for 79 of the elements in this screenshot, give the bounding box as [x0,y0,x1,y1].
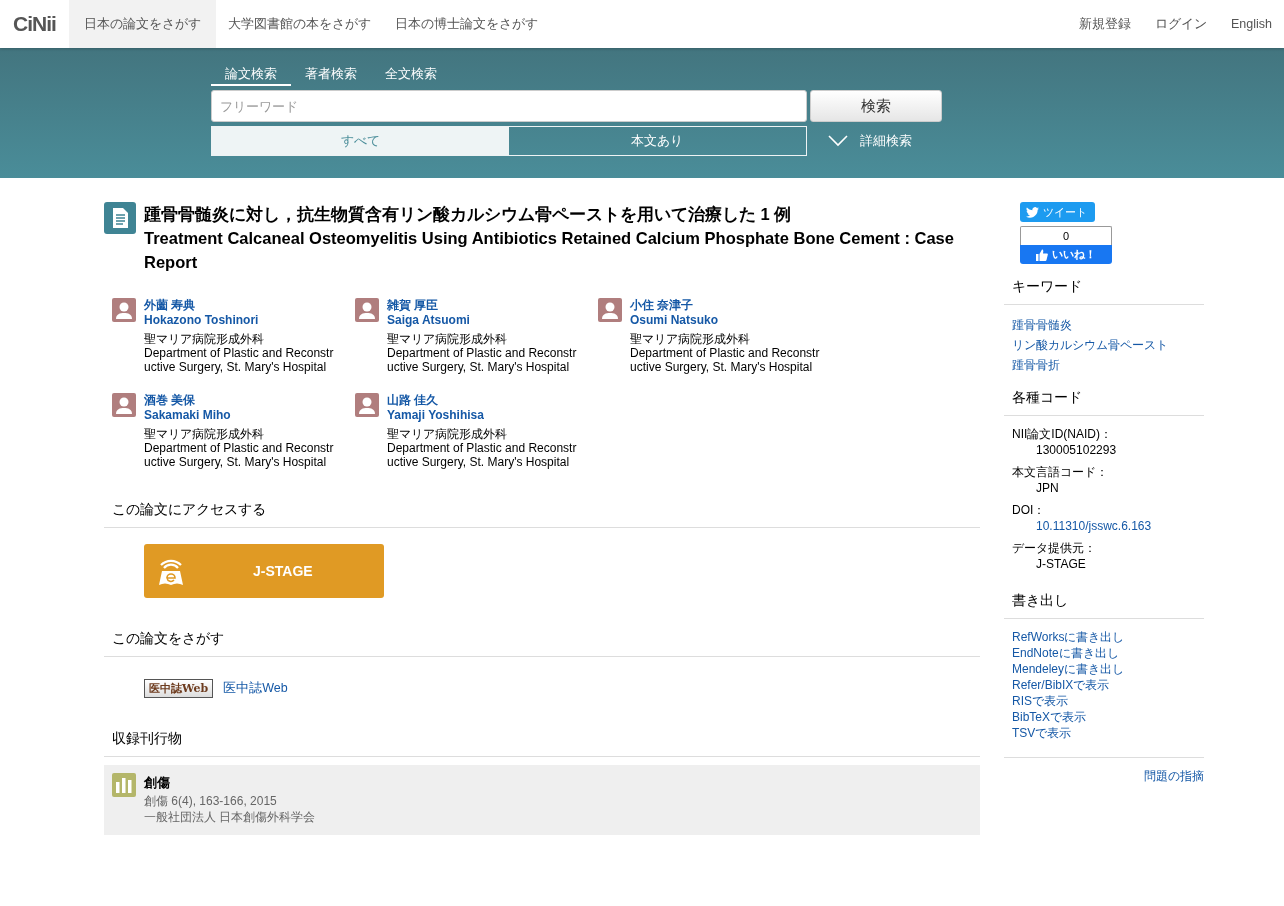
section-heading: 各種コード [1004,389,1204,416]
scope-toggle[interactable]: 本文あり [508,127,806,155]
account-link[interactable]: 新規登録 [1067,0,1143,48]
avatar-icon [355,393,379,417]
affiliation-text: Department of Plastic and Reconstructive Surgery, St. Mary's Hospital [630,346,821,374]
database-link[interactable]: 医中誌Web [223,680,288,697]
affiliation-text: 聖マリア病院形成外科 [630,332,750,346]
section-heading: キーワード [1004,278,1204,305]
like-count: 0 [1020,226,1112,245]
code-value: JPN [1035,480,1059,496]
keyword-link[interactable]: リン酸カルシウム骨ペースト [1012,335,1168,355]
affiliation-text: Department of Plastic and Reconstructive Surgery, St. Mary's Hospital [144,346,335,374]
code-label: NII論文ID(NAID)： [1012,426,1112,442]
section-heading: 収録刊行物 [104,730,980,757]
export-link[interactable]: Refer/BibIXで表示 [1012,677,1110,693]
avatar-icon [112,393,136,417]
section-heading: この論文にアクセスする [104,501,980,528]
search-field[interactable]: フリーワード [210,90,807,122]
affiliation-text: Department of Plastic and Reconstructive Surgery, St. Mary's Hospital [144,441,335,469]
like-button[interactable]: いいね！ [1020,245,1112,264]
advanced-search-link[interactable]: 詳細検索 [827,132,912,150]
journal-citation: 創傷 6(4), 163-166, 2015 [144,793,277,809]
affiliation-text: Department of Plastic and Reconstructive Surgery, St. Mary's Hospital [387,441,578,469]
nav-tab[interactable]: 日本の論文をさがす [68,0,216,48]
thumbs-up-icon [1036,248,1048,261]
code-value: 130005102293 [1035,442,1117,458]
search-tab[interactable]: 著者検索 [290,64,371,86]
account-link[interactable]: ログイン [1143,0,1219,48]
bird-icon [1026,206,1039,218]
export-link[interactable]: Mendeleyに書き出し [1012,661,1125,677]
site-logo[interactable]: CiNii [0,0,69,48]
export-link[interactable]: BibTeXで表示 [1012,709,1087,725]
account-link[interactable]: English [1219,0,1284,48]
search-button[interactable]: 検索 [809,90,942,122]
code-value: J-STAGE [1035,556,1086,572]
avatar-icon [112,298,136,322]
affiliation-text: 聖マリア病院形成外科 [387,427,507,441]
author-name-link[interactable]: 山路 佳久 [387,393,439,408]
title-japanese: 踵骨骨髄炎に対し，抗生物質含有リン酸カルシウム骨ペーストを用いて治療した 1 例 [144,204,793,225]
section-heading: この論文をさがす [104,630,980,657]
journal-publisher: 一般社団法人 日本創傷外科学会 [144,809,316,825]
avatar-icon [598,298,622,322]
affiliation-text: Department of Plastic and Reconstructive Surgery, St. Mary's Hospital [387,346,578,374]
author-name-link[interactable]: Yamaji Yoshihisa [387,408,484,423]
author-name-link[interactable]: 小住 奈津子 [630,298,694,313]
avatar-icon [355,298,379,322]
author-name-link[interactable]: 雑賀 厚臣 [387,298,439,313]
keyword-link[interactable]: 踵骨骨髄炎 [1012,315,1072,335]
export-link[interactable]: EndNoteに書き出し [1012,645,1119,661]
affiliation-text: 聖マリア病院形成外科 [387,332,507,346]
code-label: データ提供元： [1012,540,1096,556]
database-logo[interactable]: 医中誌Web [144,679,214,698]
export-link[interactable]: RISで表示 [1012,693,1068,709]
document-icon [104,202,136,234]
affiliation-text: 聖マリア病院形成外科 [144,332,264,346]
report-problem-link[interactable]: 問題の指摘 [1144,769,1204,783]
keyword-link[interactable]: 踵骨骨折 [1012,355,1060,375]
affiliation-text: 聖マリア病院形成外科 [144,427,264,441]
export-link[interactable]: TSVで表示 [1012,725,1072,741]
search-tab[interactable]: 論文検索 [210,64,291,86]
search-tab[interactable]: 全文検索 [370,64,451,86]
title-english: Treatment Calcaneal Osteomyelitis Using Antibiotics Retained Calcium Phosphate Bone Cement : Case Report [144,228,955,273]
author-name-link[interactable]: Osumi Natsuko [630,313,719,328]
author-name-link[interactable]: Saiga Atsuomi [387,313,470,328]
section-heading: 書き出し [1004,592,1204,619]
author-name-link[interactable]: Sakamaki Miho [144,408,231,423]
code-label: DOI： [1012,502,1046,518]
doi-link[interactable]: 10.11310/jsswc.6.163 [1012,518,1152,534]
scope-toggle[interactable]: すべて [211,127,509,155]
nav-tab[interactable]: 大学図書館の本をさがす [215,0,383,48]
chevron-down-icon [827,135,848,147]
code-label: 本文言語コード： [1012,464,1108,480]
author-name-link[interactable]: 酒巻 美保 [144,393,196,408]
author-name-link[interactable]: 外薗 寿典 [144,298,196,313]
export-link[interactable]: RefWorksに書き出し [1012,629,1125,645]
nav-tab[interactable]: 日本の博士論文をさがす [382,0,550,48]
author-name-link[interactable]: Hokazono Toshinori [144,313,259,328]
journal-name: 創傷 [144,774,170,792]
bar-chart-icon [112,773,136,797]
